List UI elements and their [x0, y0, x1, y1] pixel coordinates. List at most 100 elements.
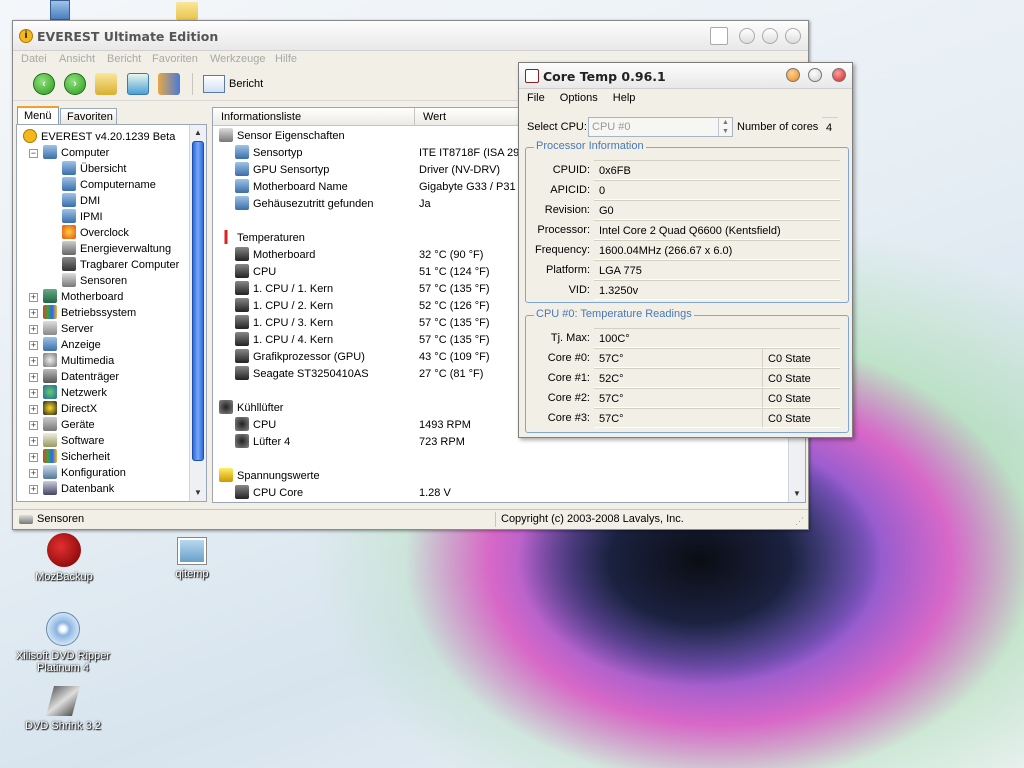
tree-item-computer-child[interactable]: Energieverwaltung — [62, 241, 171, 257]
list-item[interactable]: CPU — [235, 264, 276, 281]
menu-hilfe[interactable]: Hilfe — [275, 53, 297, 65]
expand-icon[interactable]: + — [29, 309, 38, 318]
list-item[interactable]: Sensortyp — [235, 145, 303, 162]
tree-item-computer-child[interactable]: Computername — [62, 177, 156, 193]
tree-item-computer-child[interactable]: IPMI — [62, 209, 103, 225]
list-item[interactable]: 1. CPU / 1. Kern — [235, 281, 333, 298]
tree-item[interactable]: Sicherheit — [43, 449, 110, 465]
list-item[interactable]: 1. CPU / 3. Kern — [235, 315, 333, 332]
back-arrow-icon[interactable]: ‹ — [33, 73, 55, 95]
tree-item[interactable]: Betriebssystem — [43, 305, 136, 321]
desktop-icon-qitemp[interactable]: qitemp — [150, 537, 234, 580]
column-header-field[interactable]: Informationsliste — [213, 108, 415, 126]
desktop-icon-mozbackup[interactable]: MozBackup — [22, 533, 106, 583]
scroll-down-arrow-icon[interactable]: ▼ — [790, 487, 804, 501]
report-button[interactable]: Bericht — [203, 74, 263, 94]
desktop-icon-xilisoft[interactable]: Xilisoft DVD Ripper Platinum 4 — [6, 612, 120, 674]
tree-item[interactable]: Geräte — [43, 417, 95, 433]
minimize-button[interactable] — [739, 28, 755, 44]
section-header[interactable]: Kühllüfter — [219, 400, 283, 417]
up-folder-icon[interactable] — [95, 73, 117, 95]
tree-item[interactable]: Multimedia — [43, 353, 114, 369]
list-item-value: 1.28 V — [419, 487, 451, 499]
menu-options[interactable]: Options — [560, 92, 598, 104]
list-item[interactable]: Grafikprozessor (GPU) — [235, 349, 365, 366]
expand-icon[interactable]: + — [29, 485, 38, 494]
forward-arrow-icon[interactable]: › — [64, 73, 86, 95]
expand-icon[interactable]: + — [29, 293, 38, 302]
tree-item-computer-child[interactable]: Sensoren — [62, 273, 127, 289]
coretemp-title-bar[interactable]: Core Temp 0.96.1 — [519, 63, 852, 89]
scroll-down-arrow-icon[interactable]: ▼ — [191, 486, 205, 500]
minimize-button[interactable] — [786, 68, 800, 82]
expand-icon[interactable]: + — [29, 389, 38, 398]
menu-datei[interactable]: Datei — [21, 53, 47, 65]
list-item[interactable]: Motherboard — [235, 247, 315, 264]
processor-info-row: CPUID: 0x6FB — [526, 160, 846, 180]
tree-item-computer-child[interactable]: DMI — [62, 193, 100, 209]
desktop-icon-dvdshrink[interactable]: DVD Shrink 3.2 — [18, 686, 108, 732]
list-item[interactable]: Lüfter 4 — [235, 434, 290, 451]
tree-item[interactable]: Motherboard — [43, 289, 123, 305]
tree-item[interactable]: Software — [43, 433, 104, 449]
tree-item[interactable]: Netzwerk — [43, 385, 107, 401]
expand-icon[interactable]: + — [29, 373, 38, 382]
tree-item[interactable]: Server — [43, 321, 93, 337]
list-item[interactable]: Gehäusezutritt gefunden — [235, 196, 373, 213]
menu-file[interactable]: File — [527, 92, 545, 104]
tree-item-computer[interactable]: Computer — [43, 145, 109, 161]
restore-button[interactable] — [710, 27, 728, 45]
section-header[interactable]: Sensor Eigenschaften — [219, 128, 345, 145]
expand-icon[interactable]: + — [29, 341, 38, 350]
menu-bericht[interactable]: Bericht — [107, 53, 141, 65]
list-item[interactable]: 1. CPU / 2. Kern — [235, 298, 333, 315]
chevron-down-icon[interactable]: ▲ ▼ — [718, 118, 732, 136]
expand-icon[interactable]: + — [29, 437, 38, 446]
resize-grip-icon[interactable]: ⋰ — [795, 516, 804, 527]
desktop-icon-top-1[interactable] — [50, 0, 70, 20]
maximize-button[interactable] — [808, 68, 822, 82]
tree-scrollbar[interactable]: ▲ ▼ — [189, 125, 206, 501]
menu-favoriten[interactable]: Favoriten — [152, 53, 198, 65]
tree-item-computer-child[interactable]: Tragbarer Computer — [62, 257, 179, 273]
menu-werkzeuge[interactable]: Werkzeuge — [210, 53, 265, 65]
list-item[interactable]: CPU Core — [235, 485, 303, 502]
close-button[interactable] — [832, 68, 846, 82]
expand-icon[interactable]: + — [29, 405, 38, 414]
scroll-up-arrow-icon[interactable]: ▲ — [191, 126, 205, 140]
tab-menu[interactable]: Menü — [17, 106, 59, 125]
collapse-icon[interactable]: − — [29, 149, 38, 158]
list-item[interactable]: Seagate ST3250410AS — [235, 366, 369, 383]
expand-icon[interactable]: + — [29, 453, 38, 462]
list-item[interactable]: CPU — [235, 417, 276, 434]
tree-item[interactable]: Konfiguration — [43, 465, 126, 481]
refresh-icon[interactable] — [127, 73, 149, 95]
tab-favoriten[interactable]: Favoriten — [60, 108, 117, 125]
tree-item-computer-child[interactable]: Overclock — [62, 225, 129, 241]
expand-icon[interactable]: + — [29, 325, 38, 334]
tree-item[interactable]: DirectX — [43, 401, 97, 417]
list-item[interactable]: Motherboard Name — [235, 179, 348, 196]
users-icon[interactable] — [158, 73, 180, 95]
tree-item[interactable]: Datenbank — [43, 481, 114, 497]
section-header[interactable]: Spannungswerte — [219, 468, 320, 485]
list-item[interactable]: GPU Sensortyp — [235, 162, 329, 179]
menu-help[interactable]: Help — [613, 92, 636, 104]
close-button[interactable] — [785, 28, 801, 44]
folder-icon[interactable] — [176, 2, 198, 20]
tree-item[interactable]: Anzeige — [43, 337, 101, 353]
menu-ansicht[interactable]: Ansicht — [59, 53, 95, 65]
tree-item[interactable]: Datenträger — [43, 369, 119, 385]
expand-icon[interactable]: + — [29, 357, 38, 366]
maximize-button[interactable] — [762, 28, 778, 44]
scroll-thumb[interactable] — [192, 141, 204, 461]
title-bar[interactable]: i EVEREST Ultimate Edition — [13, 21, 808, 51]
shield-icon — [43, 449, 57, 463]
tree-item-computer-child[interactable]: Übersicht — [62, 161, 126, 177]
expand-icon[interactable]: + — [29, 421, 38, 430]
list-item[interactable]: 1. CPU / 4. Kern — [235, 332, 333, 349]
tree-root[interactable]: EVEREST v4.20.1239 Beta — [23, 129, 175, 145]
section-header[interactable]: Temperaturen — [219, 230, 305, 247]
select-cpu-dropdown[interactable]: CPU #0 ▲ ▼ — [588, 117, 733, 137]
expand-icon[interactable]: + — [29, 469, 38, 478]
